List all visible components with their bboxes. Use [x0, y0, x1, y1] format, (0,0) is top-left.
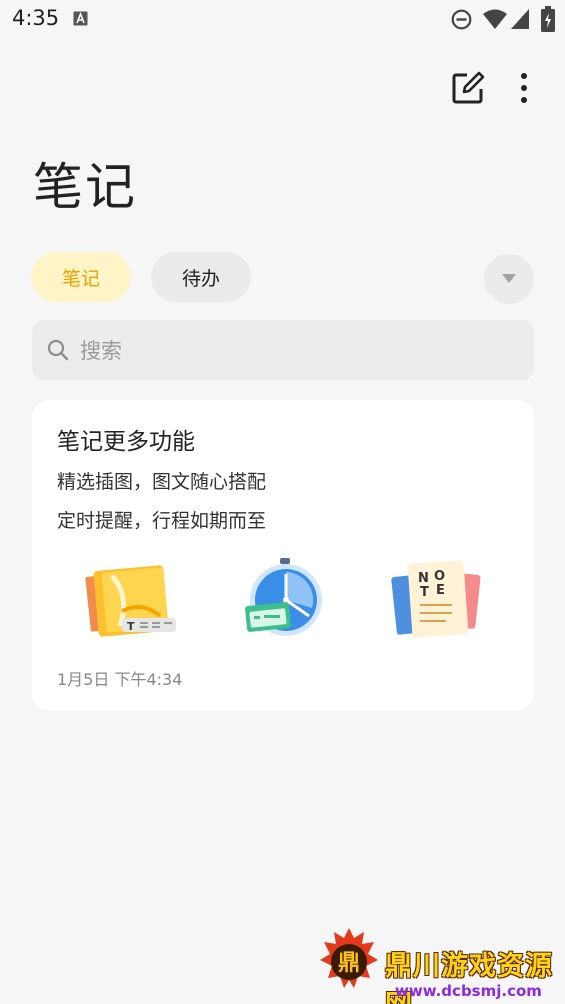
watermark-url: www.dcbsmj.com: [395, 982, 542, 1000]
new-note-button[interactable]: [450, 70, 486, 106]
svg-text:O: O: [434, 569, 445, 584]
svg-text:T: T: [127, 620, 135, 633]
note-yellow-icon: T: [85, 565, 176, 637]
a-icon: [73, 11, 88, 26]
tab-todo[interactable]: 待办: [151, 252, 251, 302]
triangle-down-icon: [502, 274, 516, 283]
svg-text:T: T: [420, 585, 429, 600]
dnd-icon: [451, 9, 472, 30]
clock-icon: [245, 558, 322, 636]
folder-dropdown-button[interactable]: [484, 254, 534, 304]
edit-icon: [452, 71, 485, 104]
wifi-icon: [483, 9, 507, 29]
signal-icon: [511, 9, 529, 29]
notepad-icon: N O T E: [391, 560, 481, 638]
more-vert-icon: [521, 73, 527, 103]
watermark-logo: 鼎: [320, 928, 378, 988]
more-options-button[interactable]: [508, 70, 540, 106]
svg-text:鼎: 鼎: [338, 951, 360, 976]
note-date: 1月5日 下午4:34: [57, 670, 183, 689]
tab-todo-label: 待办: [181, 267, 220, 290]
battery-icon: [541, 6, 555, 32]
search-icon: [47, 339, 69, 361]
note-line: 定时提醒，行程如期而至: [57, 510, 267, 532]
note-title: 笔记更多功能: [57, 429, 195, 455]
svg-text:E: E: [436, 583, 445, 598]
search-placeholder: 搜索: [80, 339, 122, 363]
tab-notes[interactable]: 笔记: [31, 252, 131, 302]
note-card[interactable]: 笔记更多功能 精选插图，图文随心搭配 定时提醒，行程如期而至 T N O T E…: [32, 400, 534, 711]
page-title: 笔记: [33, 158, 137, 216]
svg-text:N: N: [418, 571, 429, 586]
note-line: 精选插图，图文随心搭配: [57, 471, 267, 493]
status-time: 4:35: [12, 6, 60, 30]
notes-app-screen: 4:35 笔记 笔记 待办 搜索 笔记更多功能 精选插图，图文随心搭配 定时提醒…: [0, 0, 565, 1004]
status-bar: 4:35: [0, 0, 565, 40]
search-bar[interactable]: 搜索: [32, 320, 534, 380]
tab-notes-label: 笔记: [61, 267, 100, 290]
